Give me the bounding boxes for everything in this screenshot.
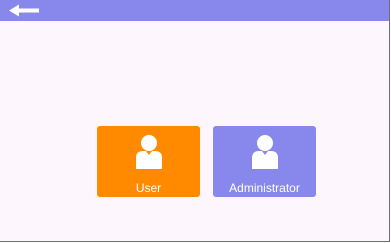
administrator-role-button[interactable]: Administrator <box>213 126 316 197</box>
user-icon <box>132 134 166 170</box>
top-bar <box>0 0 389 21</box>
user-icon <box>248 134 282 170</box>
user-role-label: User <box>135 181 162 195</box>
user-role-button[interactable]: User <box>97 126 200 197</box>
arrow-left-icon <box>9 4 39 17</box>
administrator-role-label: Administrator <box>229 181 300 195</box>
login-role-screen: User Administrator <box>0 0 390 242</box>
back-button[interactable] <box>8 2 40 19</box>
